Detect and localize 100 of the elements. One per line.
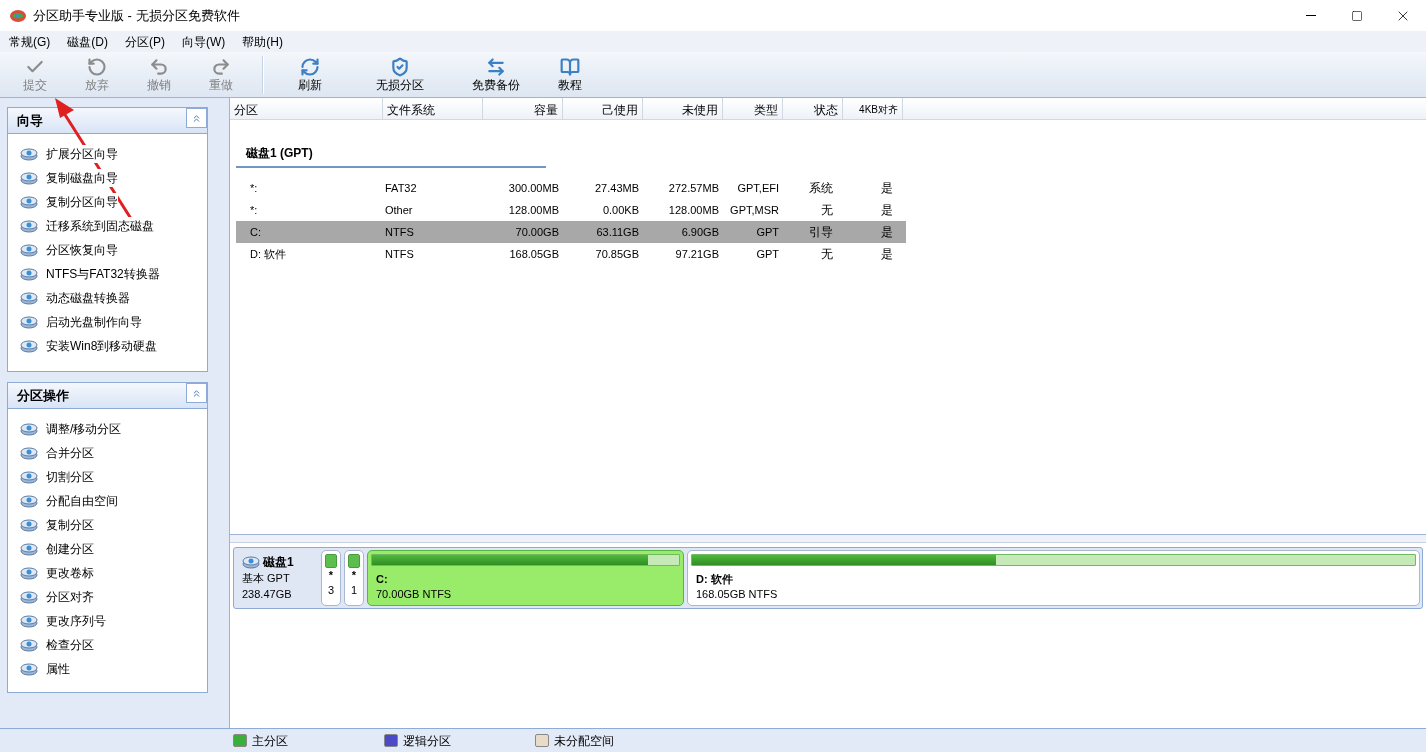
sidebar-item[interactable]: 调整/移动分区: [20, 417, 207, 441]
disk-icon: [20, 291, 38, 305]
table-cell-text: NTFS: [384, 246, 415, 262]
column-header[interactable]: 状态: [783, 98, 843, 119]
sidebar-item[interactable]: 扩展分区向导: [20, 142, 207, 166]
table-cell-text: 是: [880, 224, 894, 241]
disk-icon: [20, 243, 38, 257]
collapse-button[interactable]: [186, 383, 207, 403]
toolbar-button[interactable]: 免费备份: [454, 53, 538, 96]
sidebar-item[interactable]: 分区对齐: [20, 585, 207, 609]
column-header[interactable]: 4KB对齐: [843, 98, 903, 119]
disk-size: 238.47GB: [242, 587, 293, 602]
disk-heading: 磁盘1 (GPT): [236, 144, 546, 168]
table-cell-text: 128.00MB: [667, 202, 720, 218]
partition-detail: 70.00GB NTFS: [375, 587, 453, 602]
sidebar-item[interactable]: 属性: [20, 657, 207, 681]
table-row[interactable]: *: Other 128.00MB 0.00KB 128.00MB GPT,MSR 无 是: [236, 199, 906, 221]
redo-icon: [211, 56, 231, 77]
sidebar-item[interactable]: 迁移系统到固态磁盘: [20, 214, 207, 238]
table-cell-text: 70.00GB: [514, 224, 560, 240]
disk-icon: [20, 267, 38, 281]
sidebar-item[interactable]: 检查分区: [20, 633, 207, 657]
splitter[interactable]: [230, 535, 1426, 543]
table-cell-text: FAT32: [384, 180, 418, 196]
column-header[interactable]: 类型: [723, 98, 783, 119]
disk-type: 基本 GPT: [242, 571, 291, 586]
sidebar-item[interactable]: NTFS与FAT32转换器: [20, 262, 207, 286]
refresh-icon: [300, 56, 320, 77]
disk-icon: [20, 219, 38, 233]
disk-icon: [20, 590, 38, 604]
table-row[interactable]: *: FAT32 300.00MB 27.43MB 272.57MB GPT,EFI 系统 是: [236, 177, 906, 199]
table-cell-text: GPT: [755, 246, 780, 262]
column-header[interactable]: 文件系统: [383, 98, 483, 119]
menu-item[interactable]: 帮助(H): [235, 31, 290, 52]
sidebar-item[interactable]: 分区恢复向导: [20, 238, 207, 262]
book-icon: [560, 56, 580, 77]
sidebar-item[interactable]: 复制磁盘向导: [20, 166, 207, 190]
disk-icon: [20, 518, 38, 532]
table-cell-text: 是: [880, 180, 894, 197]
partition-block[interactable]: * 3: [321, 550, 341, 606]
sidebar-item[interactable]: 更改序列号: [20, 609, 207, 633]
table-row[interactable]: D: 软件 NTFS 168.05GB 70.85GB 97.21GB GPT 无 是: [236, 243, 906, 265]
partition-number: 3: [327, 583, 335, 598]
table-cell-text: 引导: [808, 224, 834, 241]
menu-item[interactable]: 分区(P): [118, 31, 172, 52]
partition-number: 1: [350, 583, 358, 598]
menu-item[interactable]: 向导(W): [175, 31, 233, 52]
table-cell-text: GPT,MSR: [729, 202, 780, 218]
toolbar-button[interactable]: 无损分区: [346, 53, 454, 96]
partition-label: C:: [375, 572, 389, 587]
table-cell-text: 272.57MB: [667, 180, 720, 196]
menu-item[interactable]: 磁盘(D): [60, 31, 115, 52]
table-cell-text: GPT,EFI: [736, 180, 780, 196]
table-cell-text: 是: [880, 202, 894, 219]
menu-item[interactable]: 常规(G): [2, 31, 58, 52]
maximize-icon: [1351, 9, 1363, 22]
disk-name: 磁盘1: [263, 554, 294, 570]
table-cell-text: 70.85GB: [594, 246, 640, 262]
table-cell-text: NTFS: [384, 224, 415, 240]
column-header[interactable]: 分区: [230, 98, 383, 119]
disk-icon: [242, 555, 260, 569]
sidebar-item[interactable]: 合并分区: [20, 441, 207, 465]
toolbar-button[interactable]: 教程: [538, 53, 602, 96]
table-cell-text: C:: [249, 224, 262, 240]
table-row[interactable]: C: NTFS 70.00GB 63.11GB 6.90GB GPT 引导 是: [236, 221, 906, 243]
panel-title: 分区操作: [16, 387, 70, 405]
sidebar-item[interactable]: 动态磁盘转换器: [20, 286, 207, 310]
table-cell-text: *:: [249, 202, 259, 218]
collapse-button[interactable]: [186, 108, 207, 128]
legend-label: 未分配空间: [554, 732, 614, 750]
sidebar-item[interactable]: 安装Win8到移动硬盘: [20, 334, 207, 358]
sidebar-item[interactable]: 复制分区: [20, 513, 207, 537]
table-cell-text: 6.90GB: [680, 224, 720, 240]
disk-icon: [20, 470, 38, 484]
shield-icon: [390, 56, 410, 77]
toolbar-button[interactable]: 刷新: [274, 53, 346, 96]
app-logo-icon: [9, 8, 27, 23]
legend-label: 逻辑分区: [403, 732, 451, 750]
column-header[interactable]: 己使用: [563, 98, 643, 119]
window-title: 分区助手专业版 - 无损分区免费软件: [33, 6, 240, 25]
sidebar-item[interactable]: 分配自由空间: [20, 489, 207, 513]
undo-icon: [149, 56, 169, 77]
table-cell-text: 无: [820, 202, 834, 219]
table-cell-text: 27.43MB: [593, 180, 640, 196]
sidebar-item[interactable]: 启动光盘制作向导: [20, 310, 207, 334]
disk-icon: [20, 195, 38, 209]
sidebar-item[interactable]: 复制分区向导: [20, 190, 207, 214]
partition-block[interactable]: C: 70.00GB NTFS: [367, 550, 684, 606]
disk-icon: [20, 339, 38, 353]
disk-icon: [20, 147, 38, 161]
sidebar-item[interactable]: 更改卷标: [20, 561, 207, 585]
disk-icon: [20, 566, 38, 580]
disk-icon: [20, 542, 38, 556]
column-header[interactable]: 容量: [483, 98, 563, 119]
sidebar-item[interactable]: 创建分区: [20, 537, 207, 561]
sidebar-item[interactable]: 切割分区: [20, 465, 207, 489]
partition-block[interactable]: * 1: [344, 550, 364, 606]
column-header[interactable]: 未使用: [643, 98, 723, 119]
table-cell-text: 128.00MB: [507, 202, 560, 218]
partition-block[interactable]: D: 软件 168.05GB NTFS: [687, 550, 1420, 606]
